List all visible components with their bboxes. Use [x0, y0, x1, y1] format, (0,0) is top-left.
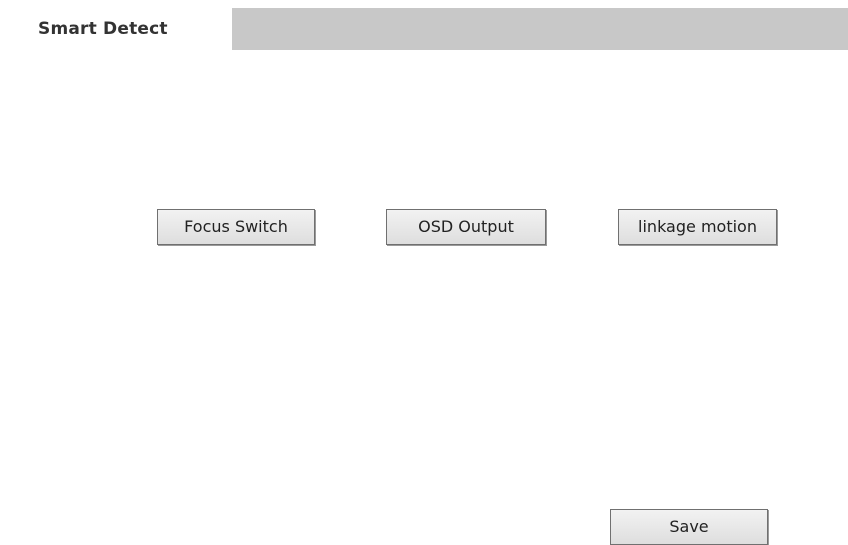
smart-detect-page: Smart Detect Focus Switch OSD Output lin… — [0, 0, 848, 545]
focus-switch-button[interactable]: Focus Switch — [157, 209, 315, 245]
osd-output-button[interactable]: OSD Output — [386, 209, 546, 245]
linkage-motion-button[interactable]: linkage motion — [618, 209, 777, 245]
tab-smart-detect-label: Smart Detect — [38, 19, 168, 39]
save-button[interactable]: Save — [610, 509, 768, 545]
